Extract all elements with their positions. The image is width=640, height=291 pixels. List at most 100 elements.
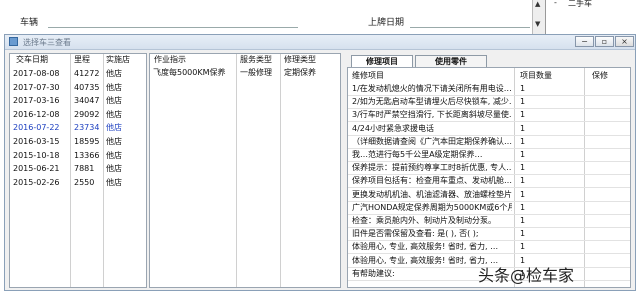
column-header-mileage[interactable]: 里程	[74, 54, 90, 66]
delivery-date-cell: 2017-08-08	[13, 69, 60, 78]
quantity-cell: 1	[520, 123, 526, 133]
watermark: 头条@检车家	[478, 266, 575, 285]
close-button[interactable]: ×	[615, 36, 634, 47]
table-row[interactable]: 3/行车时严禁空挡滑行, 下长距离斜坡尽量使… 1	[348, 109, 630, 123]
mileage-cell: 40735	[74, 82, 100, 92]
table-row[interactable]: 2017-08-08 41272 他店	[10, 68, 146, 80]
delivery-date-cell: 2015-06-21	[13, 164, 60, 174]
background-scrollbar[interactable]: ▲ ▼	[532, 0, 545, 36]
table-row[interactable]: 更换发动机机油、机油滤清器、放油螺栓垫片 1	[348, 189, 630, 202]
repair-item-cell: 保养提示：提前预约尊享工时8折优惠, 专人…	[352, 163, 512, 173]
table-row[interactable]: 1/在发动机熄火的情况下请关闭所有用电设… 1	[348, 83, 630, 96]
table-row[interactable]: 2015-06-21 7881 他店	[10, 163, 146, 175]
table-row[interactable]: 2015-02-26 2550 他店	[10, 177, 146, 189]
quantity-cell: 1	[520, 136, 526, 146]
column-header-quantity[interactable]: 项目数量	[520, 70, 552, 82]
delivery-date-cell: 2016-12-08	[13, 109, 60, 119]
table-row[interactable]: 2/如为无匙启动车型请埋火后尽快锁车, 减少… 1	[348, 96, 630, 110]
column-header-item[interactable]: 维修项目	[352, 70, 384, 82]
table-row[interactable]: 保养提示：提前预约尊享工时8折优惠, 专人… 1	[348, 162, 630, 176]
column-divider	[236, 54, 237, 287]
mileage-cell: 29092	[74, 109, 100, 119]
tab-parts-used[interactable]: 使用零件	[415, 55, 487, 67]
repair-item-cell: 4/24小时紧急求援电话	[352, 123, 434, 133]
repair-item-cell: 更换发动机机油、机油滤清器、放油螺栓垫片	[352, 189, 512, 199]
quantity-cell: 1	[520, 163, 526, 173]
table-row[interactable]: 2015-10-18 13366 他店	[10, 150, 146, 162]
table-row[interactable]: 2017-07-30 40735 他店	[10, 82, 146, 94]
store-cell: 他店	[106, 164, 122, 174]
repair-item-cell: 3/行车时严禁空挡滑行, 下长距离斜坡尽量使…	[352, 110, 512, 120]
tree-expander-icon[interactable]: -	[554, 0, 557, 7]
car-label: 车辆	[20, 18, 39, 28]
car-field-underline	[48, 27, 298, 28]
quantity-cell: 1	[520, 150, 526, 159]
repair-item-cell: 体验用心, 专业, 高效服务! 省时, 省力, …	[352, 242, 499, 252]
table-row[interactable]: 2016-12-08 29092 他店	[10, 109, 146, 121]
dialog-title: 选择车三查看	[23, 38, 71, 47]
delivery-date-cell: 2016-03-15	[13, 137, 60, 146]
quantity-cell: 1	[520, 84, 526, 93]
delivery-date-cell: 2016-07-22	[13, 123, 60, 133]
table-row[interactable]: 2016-03-15 18595 他店	[10, 136, 146, 148]
repair-item-cell: 2/如为无匙启动车型请埋火后尽快锁车, 减少…	[352, 97, 512, 107]
column-header-repair-type[interactable]: 修理类型	[284, 54, 316, 66]
repair-item-cell: 广汽HONDA规定保养周期为5000KM或6个月, 以…	[352, 202, 512, 212]
store-cell: 他店	[106, 150, 122, 160]
minimize-button[interactable]: −	[575, 36, 594, 47]
quantity-cell: 1	[520, 216, 526, 225]
store-cell: 他店	[106, 109, 122, 119]
table-row[interactable]: 2016-07-22 23734 他店	[10, 122, 146, 134]
table-row[interactable]: 飞度每5000KM保养 一般修理 定期保养	[150, 67, 340, 79]
scroll-up-icon[interactable]: ▲	[535, 0, 540, 8]
table-row[interactable]: 2017-03-16 34047 他店	[10, 95, 146, 107]
repair-item-cell: 我…范进行每5千公里A级定期保养…	[352, 150, 483, 159]
repair-item-cell: 旧件是否需保留及查看: 是( ), 否( );	[352, 229, 479, 239]
column-header-store[interactable]: 实施店	[106, 54, 130, 66]
repair-item-cell: （详细数据请查阅《广汽本田定期保养确认…	[352, 136, 512, 146]
quantity-cell: 1	[520, 202, 526, 212]
table-row[interactable]: （详细数据请查阅《广汽本田定期保养确认… 1	[348, 136, 630, 149]
repair-type-cell: 定期保养	[284, 68, 316, 77]
mileage-cell: 7881	[74, 164, 95, 174]
quantity-cell: 1	[520, 242, 526, 252]
app-icon	[9, 37, 18, 46]
table-row[interactable]: 4/24小时紧急求援电话 1	[348, 123, 630, 136]
quantity-cell: 1	[520, 110, 526, 120]
store-cell: 他店	[106, 177, 122, 187]
table-row[interactable]: 我…范进行每5千公里A级定期保养… 1	[348, 149, 630, 162]
instruction-cell: 飞度每5000KM保养	[153, 68, 226, 77]
quantity-cell: 1	[520, 189, 526, 199]
service-history-table: 交车日期 里程 实施店 2017-08-08 41272 他店 2017-07-30 4…	[9, 53, 147, 288]
repair-item-cell: 检查：乘员舱内外、制动片及制动分泵。	[352, 216, 496, 225]
column-header-instruction[interactable]: 作业指示	[154, 54, 186, 66]
work-instruction-table: 作业指示 服务类型 修理类型 飞度每5000KM保养 一般修理 定期保养	[149, 53, 341, 288]
tab-repair-items[interactable]: 修理项目	[351, 55, 413, 67]
mileage-cell: 2550	[74, 177, 95, 187]
background-tree-panel: - 二手车	[545, 0, 640, 36]
mileage-cell: 13366	[74, 150, 100, 160]
store-cell: 他店	[106, 137, 122, 146]
column-header-warranty[interactable]: 保修	[592, 70, 608, 82]
delivery-date-cell: 2015-02-26	[13, 177, 60, 187]
tree-item-used-car[interactable]: 二手车	[568, 0, 592, 9]
column-header-date[interactable]: 交车日期	[16, 54, 48, 66]
repair-item-cell: 保养项目包括有：检查用车重点、发动机舱…	[352, 176, 512, 186]
service-type-cell: 一般修理	[240, 68, 272, 77]
table-row[interactable]: 广汽HONDA规定保养周期为5000KM或6个月, 以… 1	[348, 202, 630, 215]
mileage-cell: 34047	[74, 96, 100, 106]
table-row[interactable]: 保养项目包括有：检查用车重点、发动机舱… 1	[348, 175, 630, 189]
store-cell: 他店	[106, 96, 122, 106]
table-row[interactable]: 检查：乘员舱内外、制动片及制动分泵。 1	[348, 215, 630, 228]
table-row[interactable]: 旧件是否需保留及查看: 是( ), 否( ); 1	[348, 228, 630, 242]
delivery-date-cell: 2017-03-16	[13, 96, 60, 106]
column-header-service-type[interactable]: 服务类型	[240, 54, 272, 66]
scroll-down-icon[interactable]: ▼	[535, 20, 540, 28]
dialog-titlebar[interactable]: 选择车三查看 − ▫ ×	[5, 35, 635, 50]
table-row[interactable]: 体验用心, 专业, 高效服务! 省时, 省力, … 1	[348, 241, 630, 255]
maximize-button[interactable]: ▫	[595, 36, 614, 47]
repair-items-table: 维修项目 项目数量 保修 1/在发动机熄火的情况下请关闭所有用电设… 1 2/如为无…	[347, 67, 631, 288]
repair-item-cell: 1/在发动机熄火的情况下请关闭所有用电设…	[352, 84, 512, 93]
store-cell: 他店	[106, 69, 122, 78]
delivery-date-cell: 2015-10-18	[13, 150, 60, 160]
